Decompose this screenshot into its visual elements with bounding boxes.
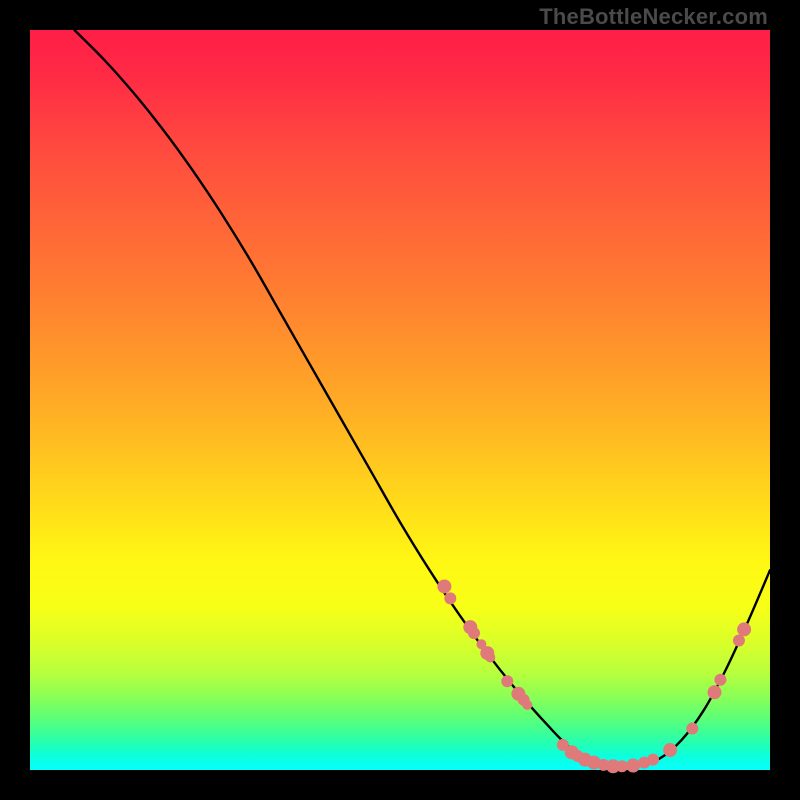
data-marker <box>647 754 659 766</box>
data-markers <box>437 579 751 773</box>
plot-area <box>30 30 770 770</box>
data-marker <box>686 723 698 735</box>
data-marker <box>708 685 722 699</box>
data-marker <box>663 743 677 757</box>
data-marker <box>468 627 480 639</box>
data-marker <box>714 674 726 686</box>
data-marker <box>737 622 751 636</box>
data-marker <box>444 592 456 604</box>
attribution-label: TheBottleNecker.com <box>539 4 768 30</box>
data-marker <box>437 579 451 593</box>
data-marker <box>501 675 513 687</box>
data-marker <box>626 759 640 773</box>
chart-svg <box>30 30 770 770</box>
data-marker <box>485 653 495 663</box>
bottleneck-curve <box>74 30 770 767</box>
chart-frame: TheBottleNecker.com <box>0 0 800 800</box>
data-marker <box>522 700 532 710</box>
